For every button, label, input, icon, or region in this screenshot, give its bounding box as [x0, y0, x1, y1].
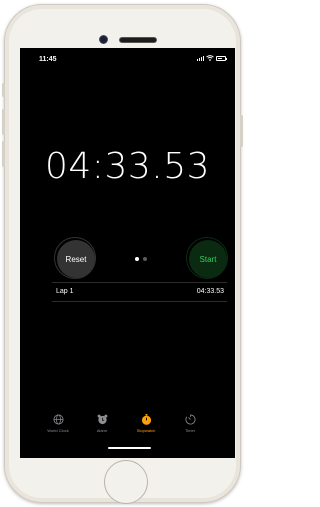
tab-timer[interactable]: Timer [170, 414, 210, 433]
reset-button[interactable]: Reset [54, 237, 96, 279]
home-button[interactable] [104, 460, 148, 504]
tab-label: World Clock [47, 428, 69, 433]
tab-label: Timer [184, 428, 196, 433]
tab-alarm[interactable]: Alarm [82, 414, 122, 433]
tab-bar: World Clock Alarm Stopwatch Timer [20, 414, 235, 444]
silent-switch [2, 83, 5, 97]
timer-icon [185, 414, 195, 425]
tab-label: Stopwatch [136, 428, 156, 433]
alarm-clock-icon [97, 414, 107, 425]
reset-button-label: Reset [65, 254, 87, 264]
power-button [240, 115, 243, 147]
stopwatch-icon [141, 414, 151, 425]
tab-world-clock[interactable]: World Clock [38, 414, 78, 433]
stopwatch-display: 04:33.53 [45, 146, 210, 187]
lap-label: Lap 1 [56, 288, 74, 295]
lap-divider [52, 301, 227, 302]
earpiece-speaker [119, 37, 157, 43]
status-time: 11:45 [39, 56, 57, 63]
lap-divider [52, 282, 227, 283]
page-dot-1[interactable] [135, 257, 139, 261]
page-indicator[interactable] [135, 257, 147, 261]
battery-icon [216, 55, 227, 61]
tab-label: Alarm [96, 428, 108, 433]
cellular-signal-icon [197, 55, 204, 61]
tab-stopwatch[interactable]: Stopwatch [126, 414, 166, 433]
front-camera [99, 35, 108, 44]
lap-row: Lap 1 04:33.53 [56, 288, 224, 295]
globe-icon [53, 414, 63, 425]
home-indicator [108, 447, 151, 449]
start-button-label: Start [199, 254, 217, 264]
volume-up-button [2, 109, 5, 135]
phone-frame: 11:45 04:33.53 Reset Start Lap 1 04:33.5… [2, 4, 243, 504]
screen: 11:45 04:33.53 Reset Start Lap 1 04:33.5… [20, 48, 235, 458]
status-icons [197, 55, 227, 61]
lap-time: 04:33.53 [196, 288, 224, 295]
start-button[interactable]: Start [186, 237, 228, 279]
wifi-icon [206, 55, 214, 61]
page-dot-2[interactable] [143, 257, 147, 261]
volume-down-button [2, 141, 5, 167]
